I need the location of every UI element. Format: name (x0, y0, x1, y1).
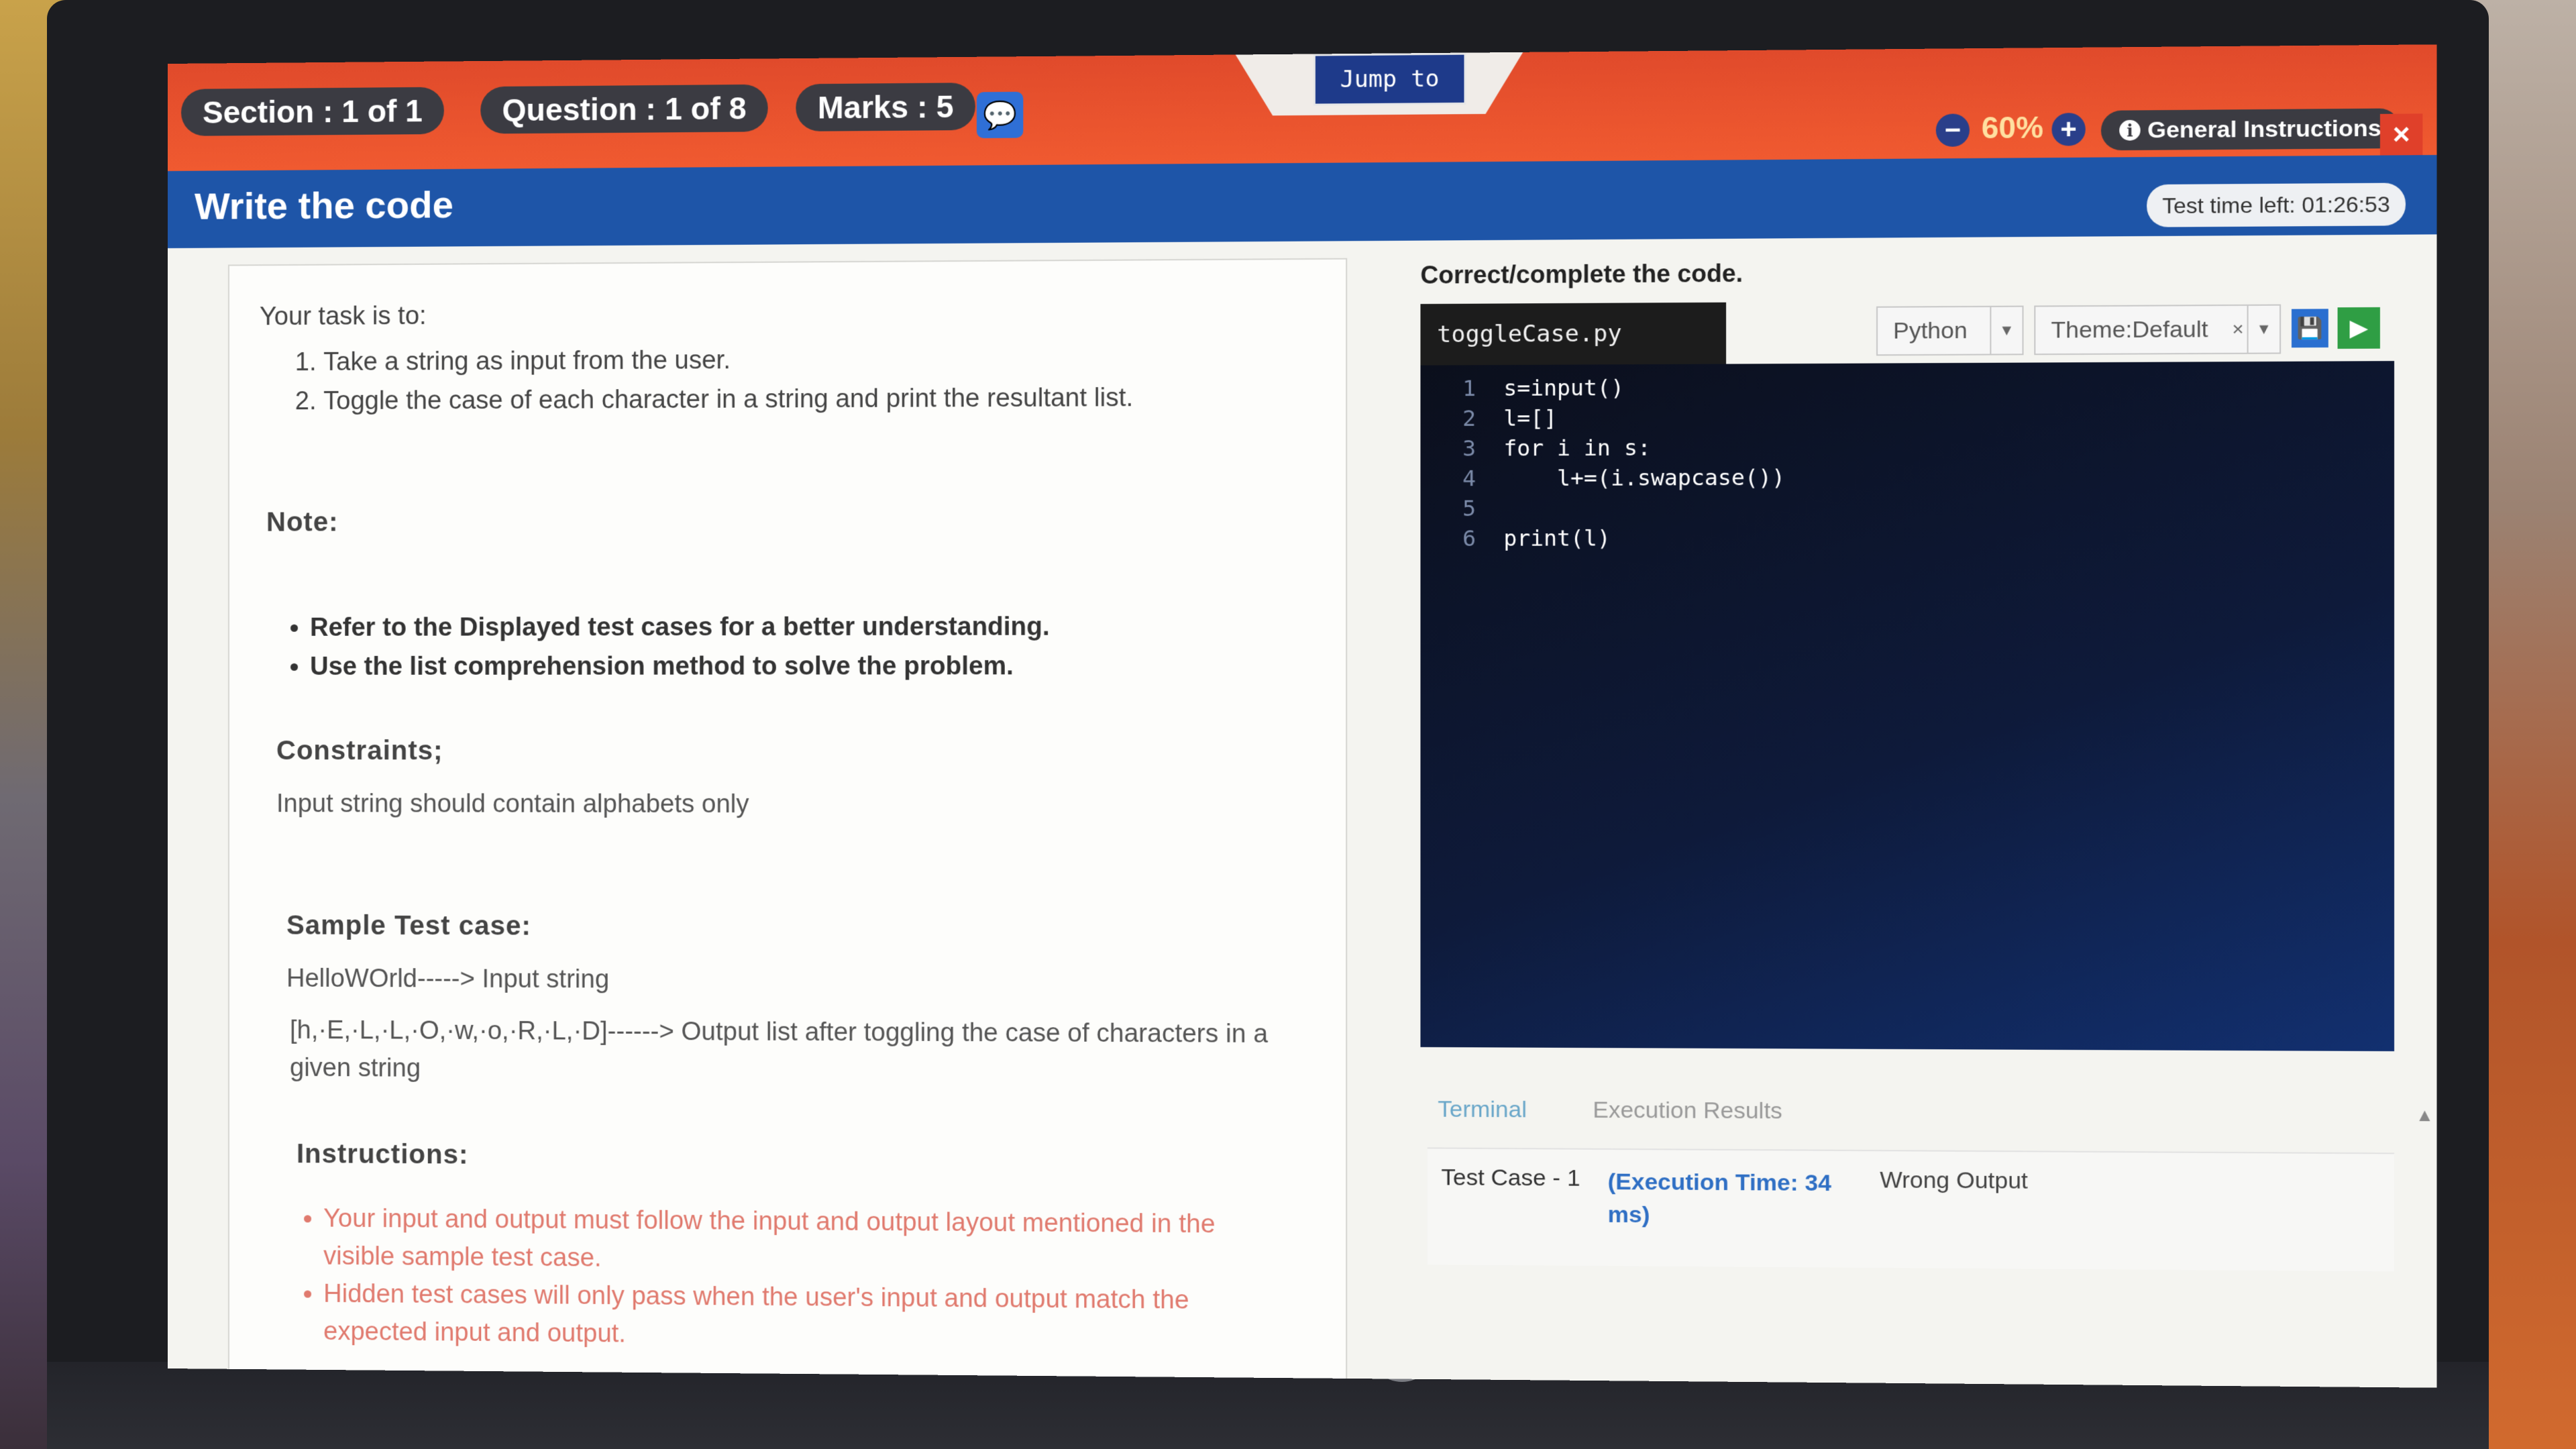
chevron-down-icon: ▼ (2247, 306, 2279, 353)
code-line: 3 for i in s: (1420, 433, 1650, 464)
constraints-text: Input string should contain alphabets on… (276, 790, 749, 819)
code-text: l+=(i.swapcase()) (1503, 464, 1785, 491)
code-text: l=[] (1503, 405, 1557, 431)
constraints-heading: Constraints; (276, 736, 443, 766)
sample-output: [h,·E,·L,·L,·O,·w,·o,·R,·L,·D]------> Ou… (290, 1012, 1297, 1091)
code-line: 1 s=input() (1420, 372, 1623, 403)
clear-icon[interactable]: × (2232, 318, 2243, 340)
instructions-list: Your input and output must follow the in… (297, 1199, 1277, 1358)
language-value: Python (1878, 317, 1983, 345)
close-button[interactable]: × (2380, 113, 2422, 155)
language-select[interactable]: Python ▼ (1876, 306, 2024, 356)
task-step: Toggle the case of each character in a s… (323, 378, 1133, 421)
zoom-out-icon[interactable]: − (1936, 113, 1970, 146)
jump-to-button[interactable]: Jump to (1313, 53, 1466, 106)
section-indicator: Section : 1 of 1 (181, 87, 444, 136)
line-number: 6 (1420, 525, 1503, 551)
test-timer: Test time left: 01:26:53 (2147, 182, 2406, 227)
editor-heading: Correct/complete the code. (1420, 259, 1743, 289)
code-line: 5 (1420, 493, 1503, 523)
line-number: 4 (1420, 466, 1503, 492)
save-icon[interactable]: 💾 (2292, 309, 2328, 347)
notes-list: Refer to the Displayed test cases for a … (276, 607, 1050, 686)
general-instructions-label: General Instructions (2147, 115, 2381, 144)
line-number: 3 (1420, 435, 1503, 462)
task-steps: Take a string as input from the user. To… (290, 339, 1133, 421)
note-item: Use the list comprehension method to sol… (310, 647, 1050, 686)
line-number: 1 (1420, 375, 1503, 401)
code-line: 4 l+=(i.swapcase()) (1420, 462, 1785, 493)
title-bar (168, 155, 2437, 248)
marks-indicator: Marks : 5 (796, 83, 975, 131)
file-tab[interactable]: toggleCase.py (1420, 303, 1726, 366)
run-icon[interactable]: ▶ (2338, 307, 2380, 349)
chevron-up-icon[interactable]: ▲ (2416, 1104, 2434, 1126)
code-editor[interactable]: 1 s=input() 2 l=[] 3 for i in s: 4 l+=(i… (1420, 361, 2394, 1051)
zoom-level: 60% (1982, 111, 2043, 146)
tab-execution-results[interactable]: Execution Results (1593, 1097, 1782, 1124)
test-case-label: Test Case - 1 (1441, 1165, 1580, 1192)
code-text: for i in s: (1503, 435, 1650, 461)
general-instructions-button[interactable]: i General Instructions (2101, 108, 2400, 150)
output-tabs: Terminal Execution Results (1438, 1096, 1782, 1124)
task-intro: Your task is to: (260, 302, 427, 331)
line-number: 2 (1420, 405, 1503, 431)
task-panel: Your task is to: Take a string as input … (228, 258, 1347, 1388)
sample-heading: Sample Test case: (286, 910, 531, 941)
note-heading: Note: (266, 507, 338, 537)
chevron-down-icon: ▼ (1990, 307, 2022, 354)
line-number: 5 (1420, 495, 1503, 521)
instruction-item: Hidden test cases will only pass when th… (323, 1275, 1277, 1358)
chat-icon[interactable]: 💬 (977, 92, 1023, 138)
code-line: 2 l=[] (1420, 403, 1557, 434)
zoom-in-icon[interactable]: + (2051, 113, 2085, 146)
test-case-status: Wrong Output (1880, 1167, 2028, 1195)
screen: Section : 1 of 1 Question : 1 of 8 Marks… (168, 44, 2437, 1387)
instructions-heading: Instructions: (297, 1139, 468, 1171)
code-text: print(l) (1503, 525, 1611, 551)
tab-terminal[interactable]: Terminal (1438, 1096, 1527, 1123)
code-text: s=input() (1503, 375, 1624, 401)
code-line: 6 print(l) (1420, 523, 1610, 553)
execution-time: (Execution Time: 34 ms) (1608, 1165, 1838, 1232)
task-step: Take a string as input from the user. (323, 339, 1133, 382)
page-title: Write the code (195, 182, 453, 228)
theme-select[interactable]: Theme:Default × ▼ (2034, 305, 2281, 356)
info-icon: i (2119, 120, 2141, 141)
sample-input: HelloWOrld-----> Input string (286, 965, 609, 995)
instruction-item: Your input and output must follow the in… (323, 1199, 1277, 1282)
theme-value: Theme:Default (2035, 316, 2223, 343)
note-item: Refer to the Displayed test cases for a … (310, 607, 1050, 647)
question-indicator[interactable]: Question : 1 of 8 (480, 85, 768, 134)
